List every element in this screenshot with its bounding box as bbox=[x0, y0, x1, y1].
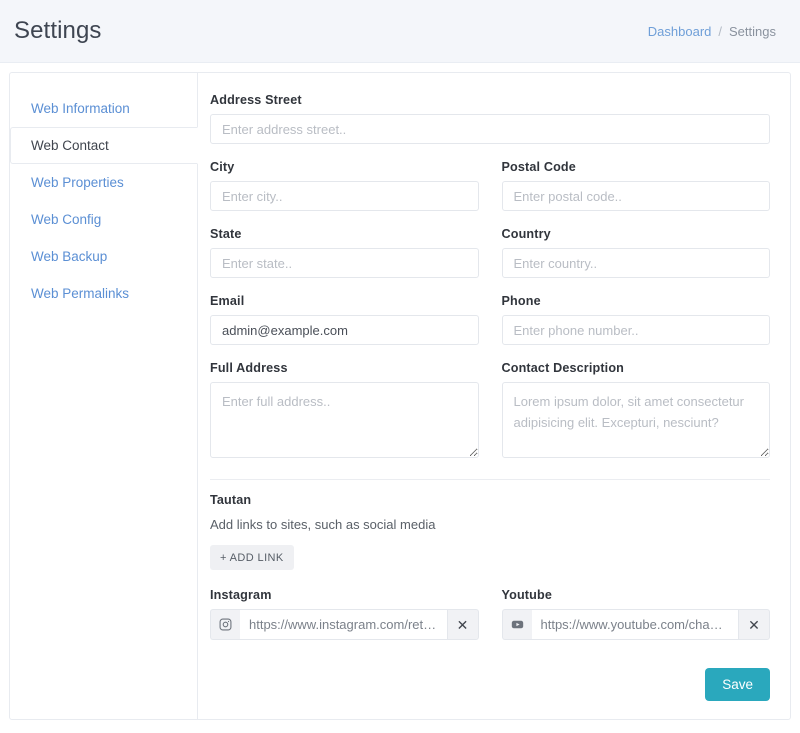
breadcrumb: Dashboard / Settings bbox=[648, 24, 776, 39]
links-section-subtitle: Add links to sites, such as social media bbox=[210, 517, 770, 532]
youtube-url-input[interactable] bbox=[532, 609, 739, 640]
link-row: Instagram ✕ bbox=[210, 588, 770, 640]
label-email: Email bbox=[210, 294, 479, 308]
links-section-title: Tautan bbox=[210, 493, 770, 507]
save-button[interactable]: Save bbox=[705, 668, 770, 701]
instagram-url-input[interactable] bbox=[240, 609, 447, 640]
breadcrumb-current: Settings bbox=[729, 24, 776, 39]
field-row-fulladdress-description: Full Address Contact Description bbox=[210, 361, 770, 463]
sidebar-item-web-permalinks[interactable]: Web Permalinks bbox=[10, 275, 198, 312]
settings-card: Web Information Web Contact Web Properti… bbox=[9, 72, 791, 720]
label-postal-code: Postal Code bbox=[502, 160, 771, 174]
link-field-instagram: Instagram ✕ bbox=[210, 588, 479, 640]
page-title: Settings bbox=[14, 17, 102, 45]
field-row-state-country: State Country bbox=[210, 227, 770, 278]
label-address-street: Address Street bbox=[210, 93, 770, 107]
links-section: Tautan Add links to sites, such as socia… bbox=[210, 493, 770, 640]
settings-sidebar: Web Information Web Contact Web Properti… bbox=[10, 73, 198, 719]
label-contact-description: Contact Description bbox=[502, 361, 771, 375]
add-link-button[interactable]: + ADD LINK bbox=[210, 545, 294, 570]
label-phone: Phone bbox=[502, 294, 771, 308]
sidebar-item-web-contact[interactable]: Web Contact bbox=[10, 127, 198, 164]
youtube-icon bbox=[502, 609, 532, 640]
label-instagram: Instagram bbox=[210, 588, 479, 602]
email-input[interactable] bbox=[210, 315, 479, 345]
sidebar-item-web-information[interactable]: Web Information bbox=[10, 90, 198, 127]
field-city: City bbox=[210, 160, 479, 211]
field-contact-description: Contact Description bbox=[502, 361, 771, 463]
country-input[interactable] bbox=[502, 248, 771, 278]
postal-code-input[interactable] bbox=[502, 181, 771, 211]
youtube-remove-button[interactable]: ✕ bbox=[738, 609, 770, 640]
address-street-input[interactable] bbox=[210, 114, 770, 144]
city-input[interactable] bbox=[210, 181, 479, 211]
field-postal-code: Postal Code bbox=[502, 160, 771, 211]
sidebar-item-web-config[interactable]: Web Config bbox=[10, 201, 198, 238]
save-bar: Save bbox=[705, 668, 770, 701]
field-row-email-phone: Email Phone bbox=[210, 294, 770, 345]
instagram-input-group: ✕ bbox=[210, 609, 479, 640]
instagram-icon bbox=[210, 609, 240, 640]
instagram-remove-button[interactable]: ✕ bbox=[447, 609, 479, 640]
label-country: Country bbox=[502, 227, 771, 241]
field-full-address: Full Address bbox=[210, 361, 479, 463]
label-state: State bbox=[210, 227, 479, 241]
breadcrumb-separator: / bbox=[718, 24, 722, 39]
sidebar-item-web-properties[interactable]: Web Properties bbox=[10, 164, 198, 201]
section-divider bbox=[210, 479, 770, 480]
page-header: Settings Dashboard / Settings bbox=[0, 0, 800, 63]
field-email: Email bbox=[210, 294, 479, 345]
label-full-address: Full Address bbox=[210, 361, 479, 375]
label-city: City bbox=[210, 160, 479, 174]
state-input[interactable] bbox=[210, 248, 479, 278]
breadcrumb-dashboard-link[interactable]: Dashboard bbox=[648, 24, 712, 39]
settings-content: Address Street City Postal Code State bbox=[198, 73, 790, 719]
youtube-input-group: ✕ bbox=[502, 609, 771, 640]
field-state: State bbox=[210, 227, 479, 278]
field-address-street: Address Street bbox=[210, 93, 770, 144]
field-row-city-postal: City Postal Code bbox=[210, 160, 770, 211]
field-phone: Phone bbox=[502, 294, 771, 345]
label-youtube: Youtube bbox=[502, 588, 771, 602]
field-row-address-street: Address Street bbox=[210, 93, 770, 144]
sidebar-item-web-backup[interactable]: Web Backup bbox=[10, 238, 198, 275]
link-field-youtube: Youtube ✕ bbox=[502, 588, 771, 640]
field-country: Country bbox=[502, 227, 771, 278]
contact-description-textarea[interactable] bbox=[502, 382, 771, 458]
phone-input[interactable] bbox=[502, 315, 771, 345]
settings-page: Settings Dashboard / Settings Web Inform… bbox=[0, 0, 800, 733]
full-address-textarea[interactable] bbox=[210, 382, 479, 458]
